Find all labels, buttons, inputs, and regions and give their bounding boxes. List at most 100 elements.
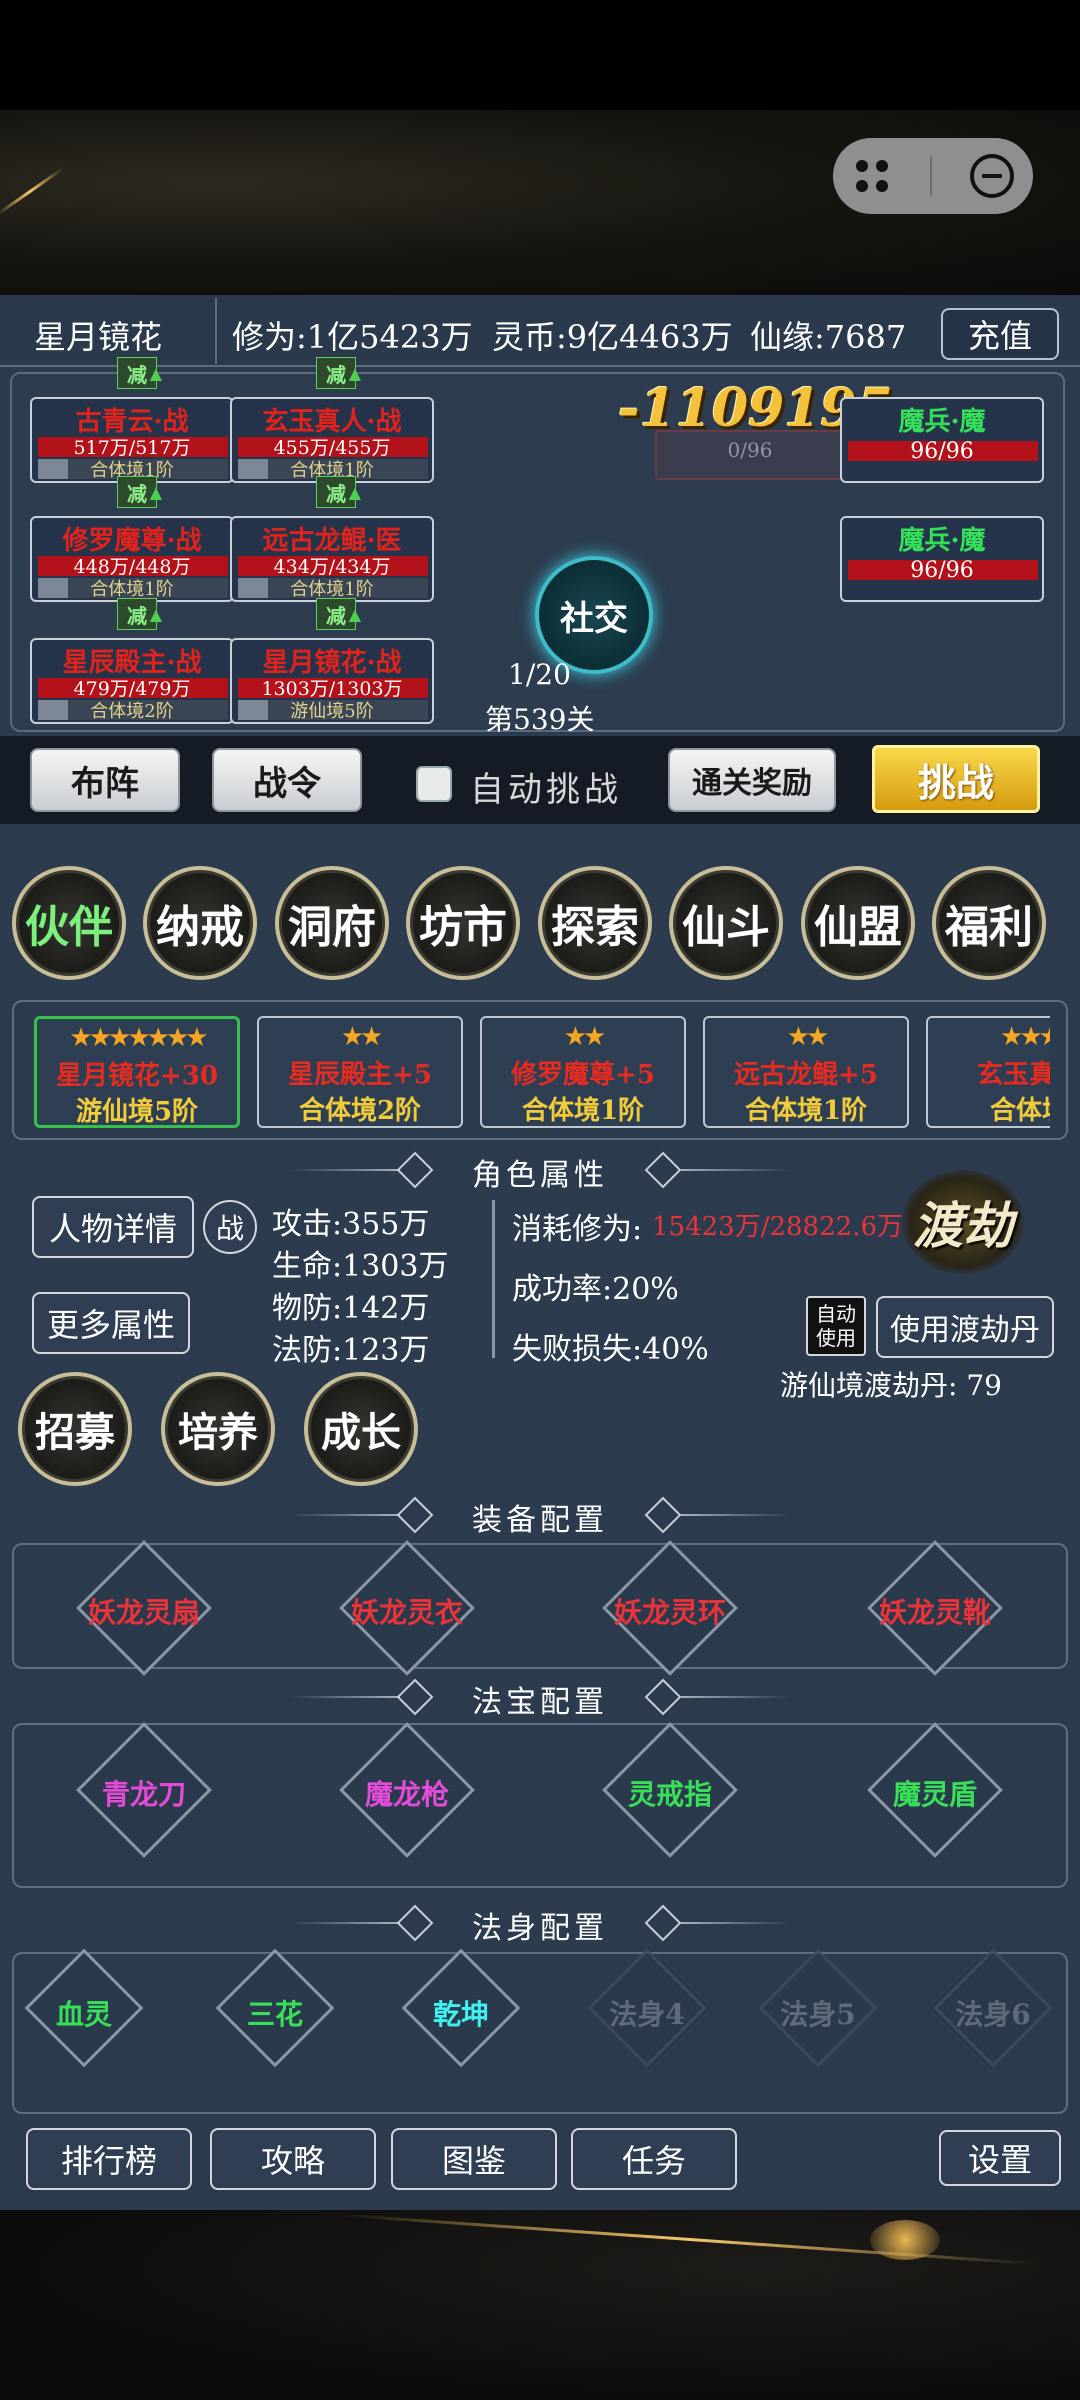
- partner-cards: ★★★★★★★ 星月镜花+30 游仙境5阶 ★★ 星辰殿主+5 合体境2阶 ★★…: [0, 1005, 1050, 1140]
- buff-badge: 减: [117, 357, 162, 389]
- star-icon: ★★: [340, 1022, 384, 1052]
- character-details-button[interactable]: 人物详情: [32, 1196, 194, 1258]
- settings-button[interactable]: 设置: [939, 2130, 1061, 2186]
- battle-order-button[interactable]: 战令: [212, 748, 362, 812]
- guide-button[interactable]: 攻略: [210, 2128, 376, 2190]
- equipment-name: 妖龙灵扇: [87, 1596, 200, 1629]
- recharge-button[interactable]: 充值: [941, 308, 1059, 360]
- clear-reward-button[interactable]: 通关奖励: [668, 748, 836, 812]
- star-icon: ★★: [786, 1022, 830, 1052]
- attack-stat: 攻击:355万: [272, 1207, 430, 1242]
- treasure-name: 魔灵盾: [892, 1778, 977, 1811]
- menu-market[interactable]: 坊市: [406, 866, 520, 980]
- use-tribulation-pill-button[interactable]: 使用渡劫丹: [876, 1296, 1054, 1358]
- fail-loss: 失败损失:40%: [512, 1332, 709, 1367]
- menu-explore[interactable]: 探索: [538, 866, 652, 980]
- dharma-name: 法身4: [609, 1998, 685, 2031]
- dharma-panel: [12, 1952, 1068, 2114]
- dharma-name: 法身5: [780, 1998, 856, 2031]
- unit-hp: 96/96: [910, 439, 974, 464]
- social-button[interactable]: 社交: [535, 556, 653, 674]
- buff-badge: 减: [316, 357, 361, 389]
- dharma-name: 血灵: [55, 1998, 112, 2031]
- buff-badge: 减: [117, 598, 162, 630]
- mini-program-capsule[interactable]: [833, 138, 1033, 214]
- unit-realm: 游仙境5阶: [290, 701, 374, 722]
- battle-tag[interactable]: 战: [203, 1200, 257, 1254]
- dharma-title: 法身配置: [472, 1911, 608, 1946]
- player-name: 星月镜花: [34, 318, 163, 356]
- enemy-unit[interactable]: 魔兵·魔 96/96: [840, 397, 1044, 483]
- menu-welfare[interactable]: 福利: [932, 866, 1046, 980]
- wave-progress: 1/20: [508, 658, 571, 691]
- partner-name: 星月镜花+30: [56, 1061, 218, 1091]
- auto-use-toggle[interactable]: 自动使用: [806, 1296, 866, 1356]
- partner-name: 星辰殿主+5: [288, 1060, 432, 1090]
- more-icon[interactable]: [852, 156, 892, 196]
- partner-name: 修罗魔尊+5: [511, 1060, 655, 1090]
- partner-card[interactable]: ★★ 星辰殿主+5 合体境2阶: [257, 1016, 463, 1128]
- star-icon: ★★: [563, 1022, 607, 1052]
- ally-unit[interactable]: 星月镜花·战 1303万/1303万 游仙境5阶: [230, 638, 434, 724]
- tribulation-button[interactable]: 渡劫: [902, 1170, 1024, 1274]
- ally-unit[interactable]: 星辰殿主·战 479万/479万 合体境2阶: [30, 638, 234, 724]
- treasure-name: 灵戒指: [627, 1778, 712, 1811]
- leaderboard-button[interactable]: 排行榜: [26, 2128, 192, 2190]
- partner-card[interactable]: ★★ 修罗魔尊+5 合体境1阶: [480, 1016, 686, 1128]
- bottom-background: [0, 2210, 1080, 2400]
- treasure-name: 青龙刀: [101, 1778, 186, 1811]
- train-button[interactable]: 培养: [161, 1372, 275, 1486]
- treasure-name: 魔龙枪: [364, 1778, 449, 1811]
- equipment-name: 妖龙灵靴: [878, 1596, 991, 1629]
- partner-card[interactable]: ★★★★★★★ 星月镜花+30 游仙境5阶: [34, 1016, 240, 1128]
- equipment-name: 妖龙灵环: [613, 1596, 726, 1629]
- physical-defense-stat: 物防:142万: [272, 1291, 430, 1326]
- ally-unit[interactable]: 远古龙鲲·医 434万/434万 合体境1阶: [230, 516, 434, 602]
- treasure-title: 法宝配置: [472, 1685, 608, 1720]
- magic-defense-stat: 法防:123万: [272, 1333, 430, 1368]
- star-icon: ★★★★★★★: [69, 1023, 208, 1053]
- auto-challenge-label[interactable]: 自动挑战: [470, 762, 622, 811]
- partner-card[interactable]: ★★★ 玄玉真人 合体境: [926, 1016, 1050, 1128]
- menu-arena[interactable]: 仙斗: [669, 866, 783, 980]
- ally-unit[interactable]: 玄玉真人·战 455万/455万 合体境1阶: [230, 397, 434, 483]
- partner-realm: 游仙境5阶: [75, 1097, 199, 1127]
- equipment-title: 装备配置: [472, 1503, 608, 1538]
- formation-button[interactable]: 布阵: [30, 748, 180, 812]
- cost-value: 15423万/28822.6万: [652, 1212, 903, 1242]
- tasks-button[interactable]: 任务: [571, 2128, 737, 2190]
- close-icon[interactable]: [970, 154, 1014, 198]
- menu-alliance[interactable]: 仙盟: [801, 866, 915, 980]
- challenge-button[interactable]: 挑战: [872, 745, 1040, 813]
- fate-value: 仙缘:7687: [750, 318, 907, 356]
- grow-button[interactable]: 成长: [304, 1372, 418, 1486]
- recruit-button[interactable]: 招募: [18, 1372, 132, 1486]
- enemy-unit[interactable]: 魔兵·魔 96/96: [840, 516, 1044, 602]
- partner-card[interactable]: ★★ 远古龙鲲+5 合体境1阶: [703, 1016, 909, 1128]
- dharma-name: 三花: [246, 1998, 303, 2031]
- codex-button[interactable]: 图鉴: [391, 2128, 557, 2190]
- menu-ring[interactable]: 纳戒: [143, 866, 257, 980]
- partner-realm: 合体境: [989, 1096, 1050, 1126]
- unit-name: 魔兵·魔: [898, 407, 986, 437]
- buff-badge: 减: [316, 598, 361, 630]
- success-rate: 成功率:20%: [512, 1272, 679, 1307]
- equipment-name: 妖龙灵衣: [350, 1596, 463, 1629]
- buff-badge: 减: [117, 476, 162, 508]
- partner-name: 玄玉真人: [976, 1060, 1050, 1090]
- more-attributes-button[interactable]: 更多属性: [32, 1292, 190, 1354]
- partner-realm: 合体境1阶: [521, 1096, 645, 1126]
- spirit-coin-value: 灵币:9亿4463万: [492, 318, 733, 356]
- menu-cave[interactable]: 洞府: [275, 866, 389, 980]
- ally-unit[interactable]: 修罗魔尊·战 448万/448万 合体境1阶: [30, 516, 234, 602]
- unit-name: 魔兵·魔: [898, 526, 986, 556]
- dharma-name: 法身6: [955, 1998, 1031, 2031]
- cultivation-value: 修为:1亿5423万: [232, 318, 473, 356]
- dharma-name: 乾坤: [432, 1998, 489, 2031]
- status-bar: [0, 0, 1080, 110]
- partner-realm: 合体境2阶: [298, 1096, 422, 1126]
- ally-unit[interactable]: 古青云·战 517万/517万 合体境1阶: [30, 397, 234, 483]
- unit-realm: 合体境2阶: [90, 701, 174, 722]
- menu-partner[interactable]: 伙伴: [12, 866, 126, 980]
- auto-challenge-checkbox[interactable]: [416, 766, 452, 802]
